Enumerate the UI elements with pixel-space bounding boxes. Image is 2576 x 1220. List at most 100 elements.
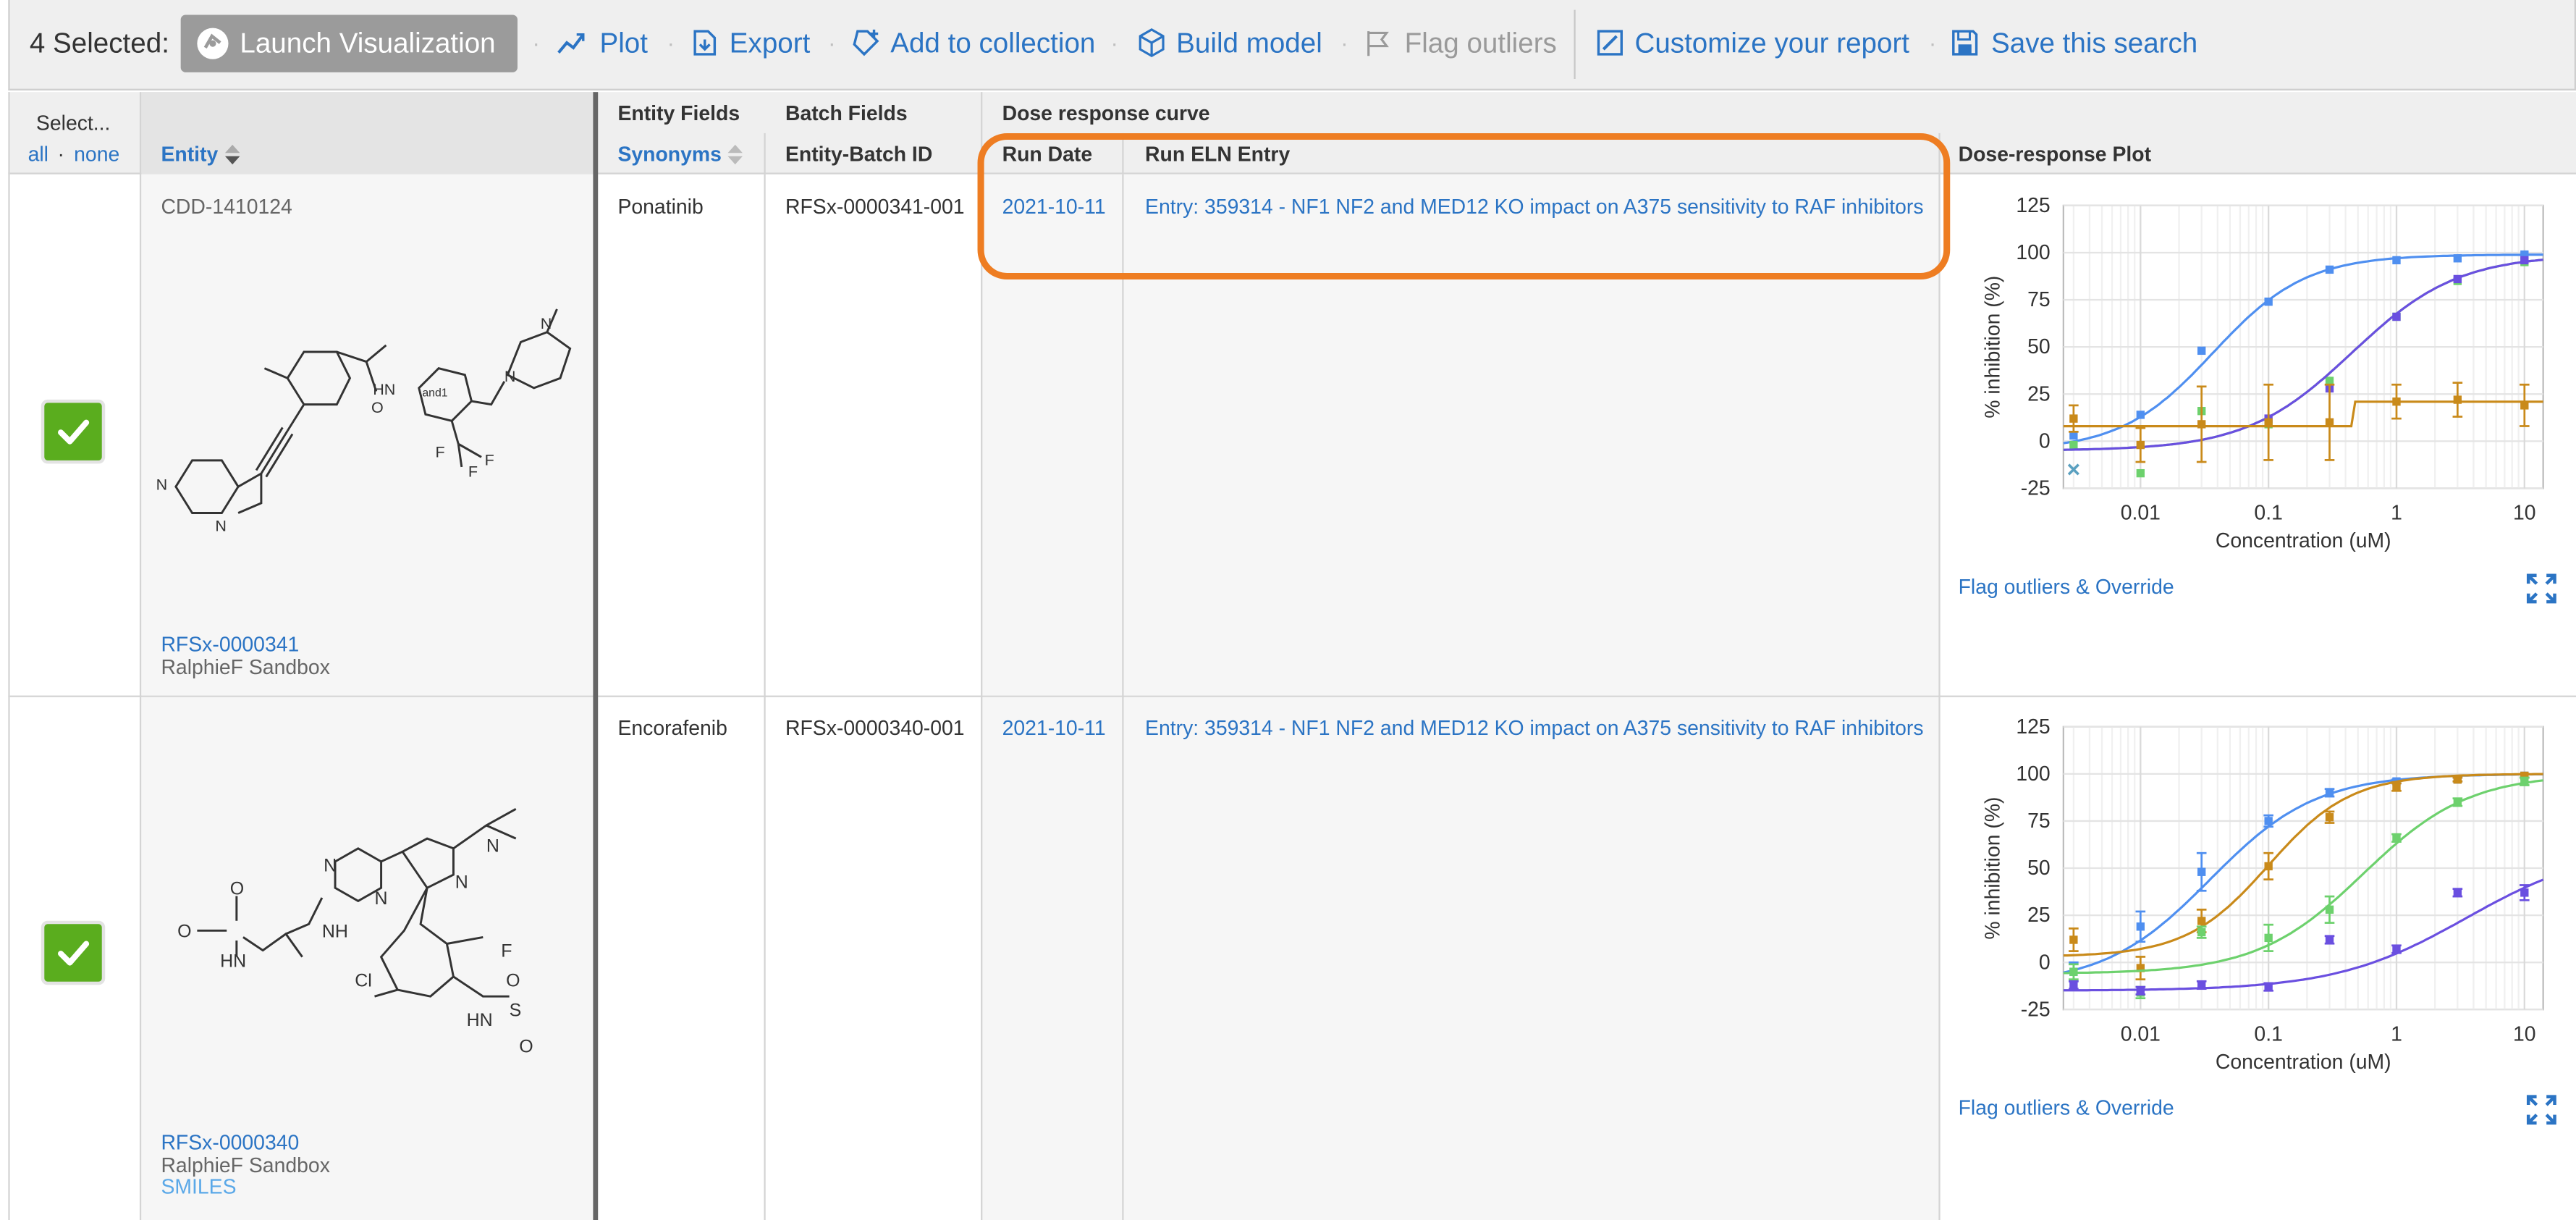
launch-visualization-button[interactable]: Launch Visualization <box>180 14 518 72</box>
structure-atom-label: N <box>324 856 337 876</box>
data-point <box>2197 980 2206 990</box>
synonym-value: Encorafenib <box>617 717 727 740</box>
structure-atom-label: O <box>371 398 384 416</box>
entity-sort-link[interactable]: Entity <box>161 143 240 166</box>
data-point <box>2453 395 2462 404</box>
header-divider <box>1938 132 1941 174</box>
select-separator: · <box>57 143 64 167</box>
flag-outliers-override-link[interactable]: Flag outliers & Override <box>1959 1097 2174 1120</box>
run-date-header: Run Date <box>1002 143 1093 167</box>
export-button[interactable]: Export <box>730 28 811 61</box>
batch-id-value: RFSx-0000340-001 <box>785 717 965 740</box>
checkmark-icon <box>58 419 90 445</box>
dose-response-cell <box>982 697 1939 1220</box>
structure-atom-label: O <box>506 971 520 991</box>
data-point <box>2264 862 2273 871</box>
select-none-link[interactable]: none <box>74 143 119 167</box>
data-point <box>2453 254 2462 263</box>
cube-icon[interactable] <box>1137 28 1167 58</box>
structure-atom-label: O <box>519 1036 533 1056</box>
y-tick-label: 25 <box>2027 904 2051 927</box>
dose-response-group-header: Dose response curve <box>1002 101 1210 125</box>
synonyms-sort-link[interactable]: Synonyms <box>617 143 743 166</box>
x-tick-label: 0.1 <box>2254 1022 2282 1046</box>
run-date-link[interactable]: 2021-10-11 <box>1002 717 1106 740</box>
data-point <box>2264 933 2273 943</box>
column-divider <box>593 92 599 1220</box>
plot-icon[interactable] <box>557 28 586 58</box>
select-all-link[interactable]: all <box>28 143 48 167</box>
separator: · <box>1340 29 1348 56</box>
data-point <box>2069 935 2078 944</box>
dose-response-plot-header: Dose-response Plot <box>1958 143 2152 167</box>
run-date-link[interactable]: 2021-10-11 <box>1002 195 1106 219</box>
data-point <box>2264 297 2273 306</box>
structure-atom-label: N <box>504 367 516 385</box>
molecule-link[interactable]: RFSx-0000341 <box>161 633 299 656</box>
data-point <box>2197 927 2206 937</box>
structure-atom-label: O <box>177 921 191 941</box>
y-tick-label: 25 <box>2027 382 2051 405</box>
save-search-button[interactable]: Save this search <box>1991 28 2197 61</box>
data-point <box>2069 980 2078 990</box>
eln-entry-link[interactable]: Entry: 359314 - NF1 NF2 and MED12 KO imp… <box>1145 717 1923 740</box>
customize-report-icon[interactable] <box>1595 28 1625 58</box>
x-tick-label: 10 <box>2513 502 2536 525</box>
expand-icon[interactable] <box>2525 1093 2558 1126</box>
select-column-header: Select... all · none <box>8 92 140 174</box>
flag-icon <box>1367 31 1389 56</box>
data-point <box>2325 935 2334 944</box>
data-point <box>2325 788 2334 797</box>
column-divider <box>764 174 766 1220</box>
data-point <box>2325 813 2334 822</box>
data-point <box>2264 817 2273 825</box>
data-point <box>2453 888 2462 897</box>
molecule-link[interactable]: RFSx-0000340 <box>161 1131 299 1154</box>
column-divider <box>981 92 983 1220</box>
separator: · <box>667 29 675 56</box>
structure-atom-label: HN <box>220 951 246 971</box>
y-tick-label: 50 <box>2027 335 2051 358</box>
structure-atom-label: HN <box>467 1010 493 1030</box>
data-point <box>2520 888 2529 897</box>
selected-count: 4 Selected: <box>29 28 169 59</box>
y-tick-label: 125 <box>2016 715 2050 739</box>
y-tick-label: 75 <box>2027 809 2051 833</box>
entity-fields-group-header: Entity Fields <box>617 101 740 125</box>
export-icon[interactable] <box>690 28 719 58</box>
dose-response-chart[interactable]: -25 0 25 50 75 100 125 0.01 0.1 1 10 Concentration … <box>1955 188 2563 563</box>
customize-report-button[interactable]: Customize your report <box>1634 28 1909 61</box>
y-axis-label: % inhibition (%) <box>1981 796 2004 939</box>
add-to-collection-button[interactable]: Add to collection <box>890 28 1095 61</box>
entity-column-header[interactable]: Entity <box>141 92 595 174</box>
dose-response-chart[interactable]: -25 0 25 50 75 100 125 0.01 0.1 1 10 Concentration … <box>1955 709 2563 1084</box>
y-tick-label: 0 <box>2039 429 2051 453</box>
data-point <box>2264 983 2273 991</box>
smiles-link[interactable]: SMILES <box>161 1176 236 1199</box>
visualization-icon <box>197 28 229 59</box>
row-checkbox[interactable] <box>44 924 102 982</box>
column-divider <box>1938 174 1941 1220</box>
data-point <box>2197 346 2206 356</box>
data-point <box>2325 265 2334 274</box>
data-point <box>2392 783 2401 791</box>
add-to-collection-icon[interactable] <box>851 28 881 58</box>
row-checkbox[interactable] <box>44 403 102 460</box>
save-icon[interactable] <box>1950 28 1980 58</box>
data-point <box>2264 418 2273 426</box>
molecule-structure: N N O HN and1 N N F F F <box>156 308 572 535</box>
y-tick-label: 50 <box>2027 857 2051 880</box>
build-model-button[interactable]: Build model <box>1176 28 1322 61</box>
y-tick-label: 100 <box>2016 762 2050 786</box>
run-eln-entry-header: Run ELN Entry <box>1145 143 1291 167</box>
cdd-id: CDD-1410124 <box>161 195 292 219</box>
flag-outliers-override-link[interactable]: Flag outliers & Override <box>1959 576 2174 599</box>
plot-button[interactable]: Plot <box>599 28 647 61</box>
eln-entry-link[interactable]: Entry: 359314 - NF1 NF2 and MED12 KO imp… <box>1145 195 1923 219</box>
column-divider <box>1122 174 1124 1220</box>
structure-atom-label: N <box>156 476 168 494</box>
expand-icon[interactable] <box>2525 572 2558 605</box>
structure-atom-label: F <box>435 442 444 460</box>
data-point <box>2136 922 2145 931</box>
y-tick-label: -25 <box>2021 477 2051 500</box>
